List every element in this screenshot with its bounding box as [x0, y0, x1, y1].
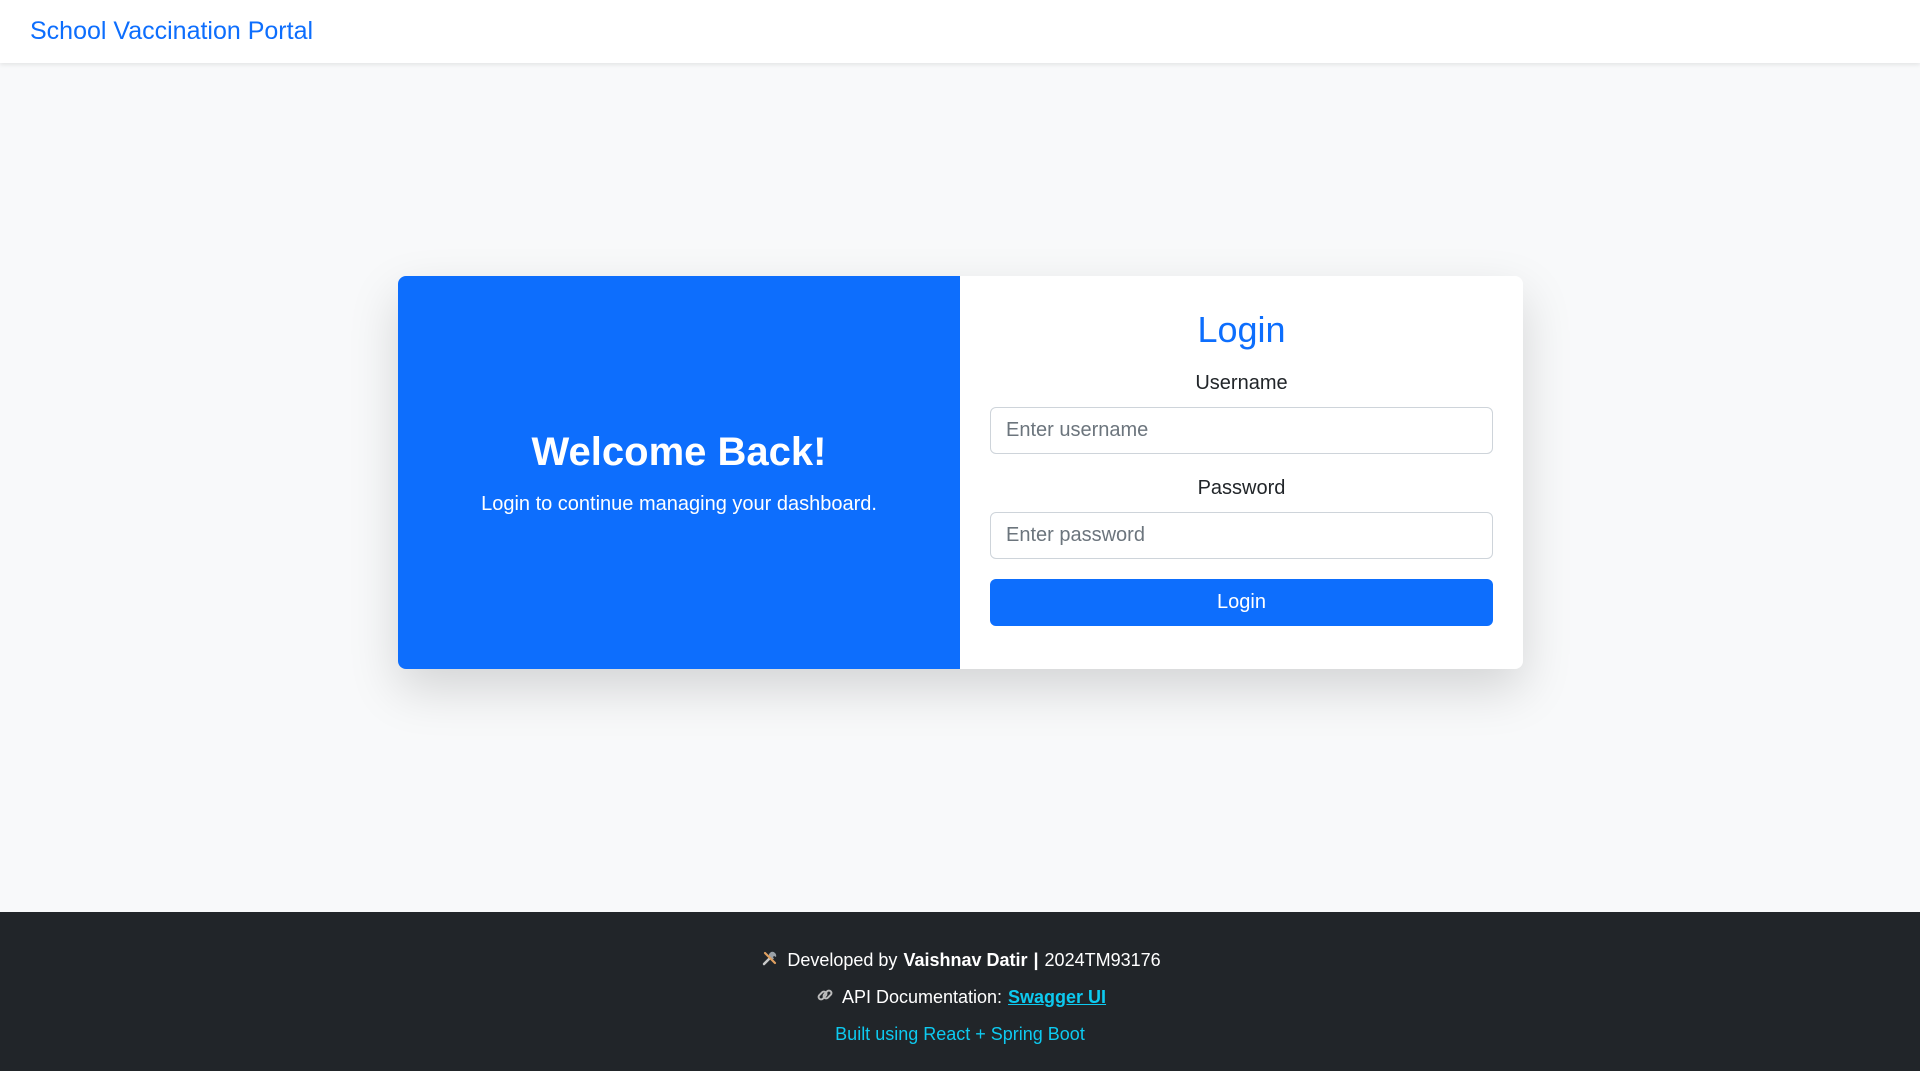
api-docs-line: API Documentation: Swagger UI — [814, 979, 1106, 1016]
navbar: School Vaccination Portal — [0, 0, 1920, 63]
built-with: Built using React + Spring Boot — [835, 1024, 1085, 1044]
password-input[interactable] — [990, 512, 1493, 560]
login-title: Login — [1197, 309, 1286, 350]
developed-prefix: Developed by — [787, 950, 898, 970]
tools-icon — [759, 949, 781, 972]
footer: Developed by Vaishnav Datir | 2024TM9317… — [0, 912, 1920, 1071]
link-icon — [814, 986, 836, 1009]
welcome-subtitle: Login to continue managing your dashboar… — [481, 492, 877, 515]
welcome-title: Welcome Back! — [531, 429, 827, 474]
login-button[interactable]: Login — [990, 579, 1493, 627]
login-card: Welcome Back! Login to continue managing… — [398, 276, 1523, 669]
developer-name: Vaishnav Datir — [903, 950, 1028, 970]
username-label: Username — [1195, 372, 1288, 395]
developer-credit: Developed by Vaishnav Datir | 2024TM9317… — [759, 942, 1161, 979]
swagger-link[interactable]: Swagger UI — [1008, 987, 1106, 1008]
login-panel: Login Username Password Login — [960, 276, 1523, 669]
username-input[interactable] — [990, 407, 1493, 455]
welcome-panel: Welcome Back! Login to continue managing… — [398, 276, 960, 669]
credit-separator: | — [1033, 950, 1039, 970]
brand-link[interactable]: School Vaccination Portal — [30, 17, 313, 46]
password-label: Password — [1197, 477, 1286, 500]
api-prefix: API Documentation: — [841, 987, 1003, 1007]
developer-id: 2024TM93176 — [1044, 950, 1161, 970]
